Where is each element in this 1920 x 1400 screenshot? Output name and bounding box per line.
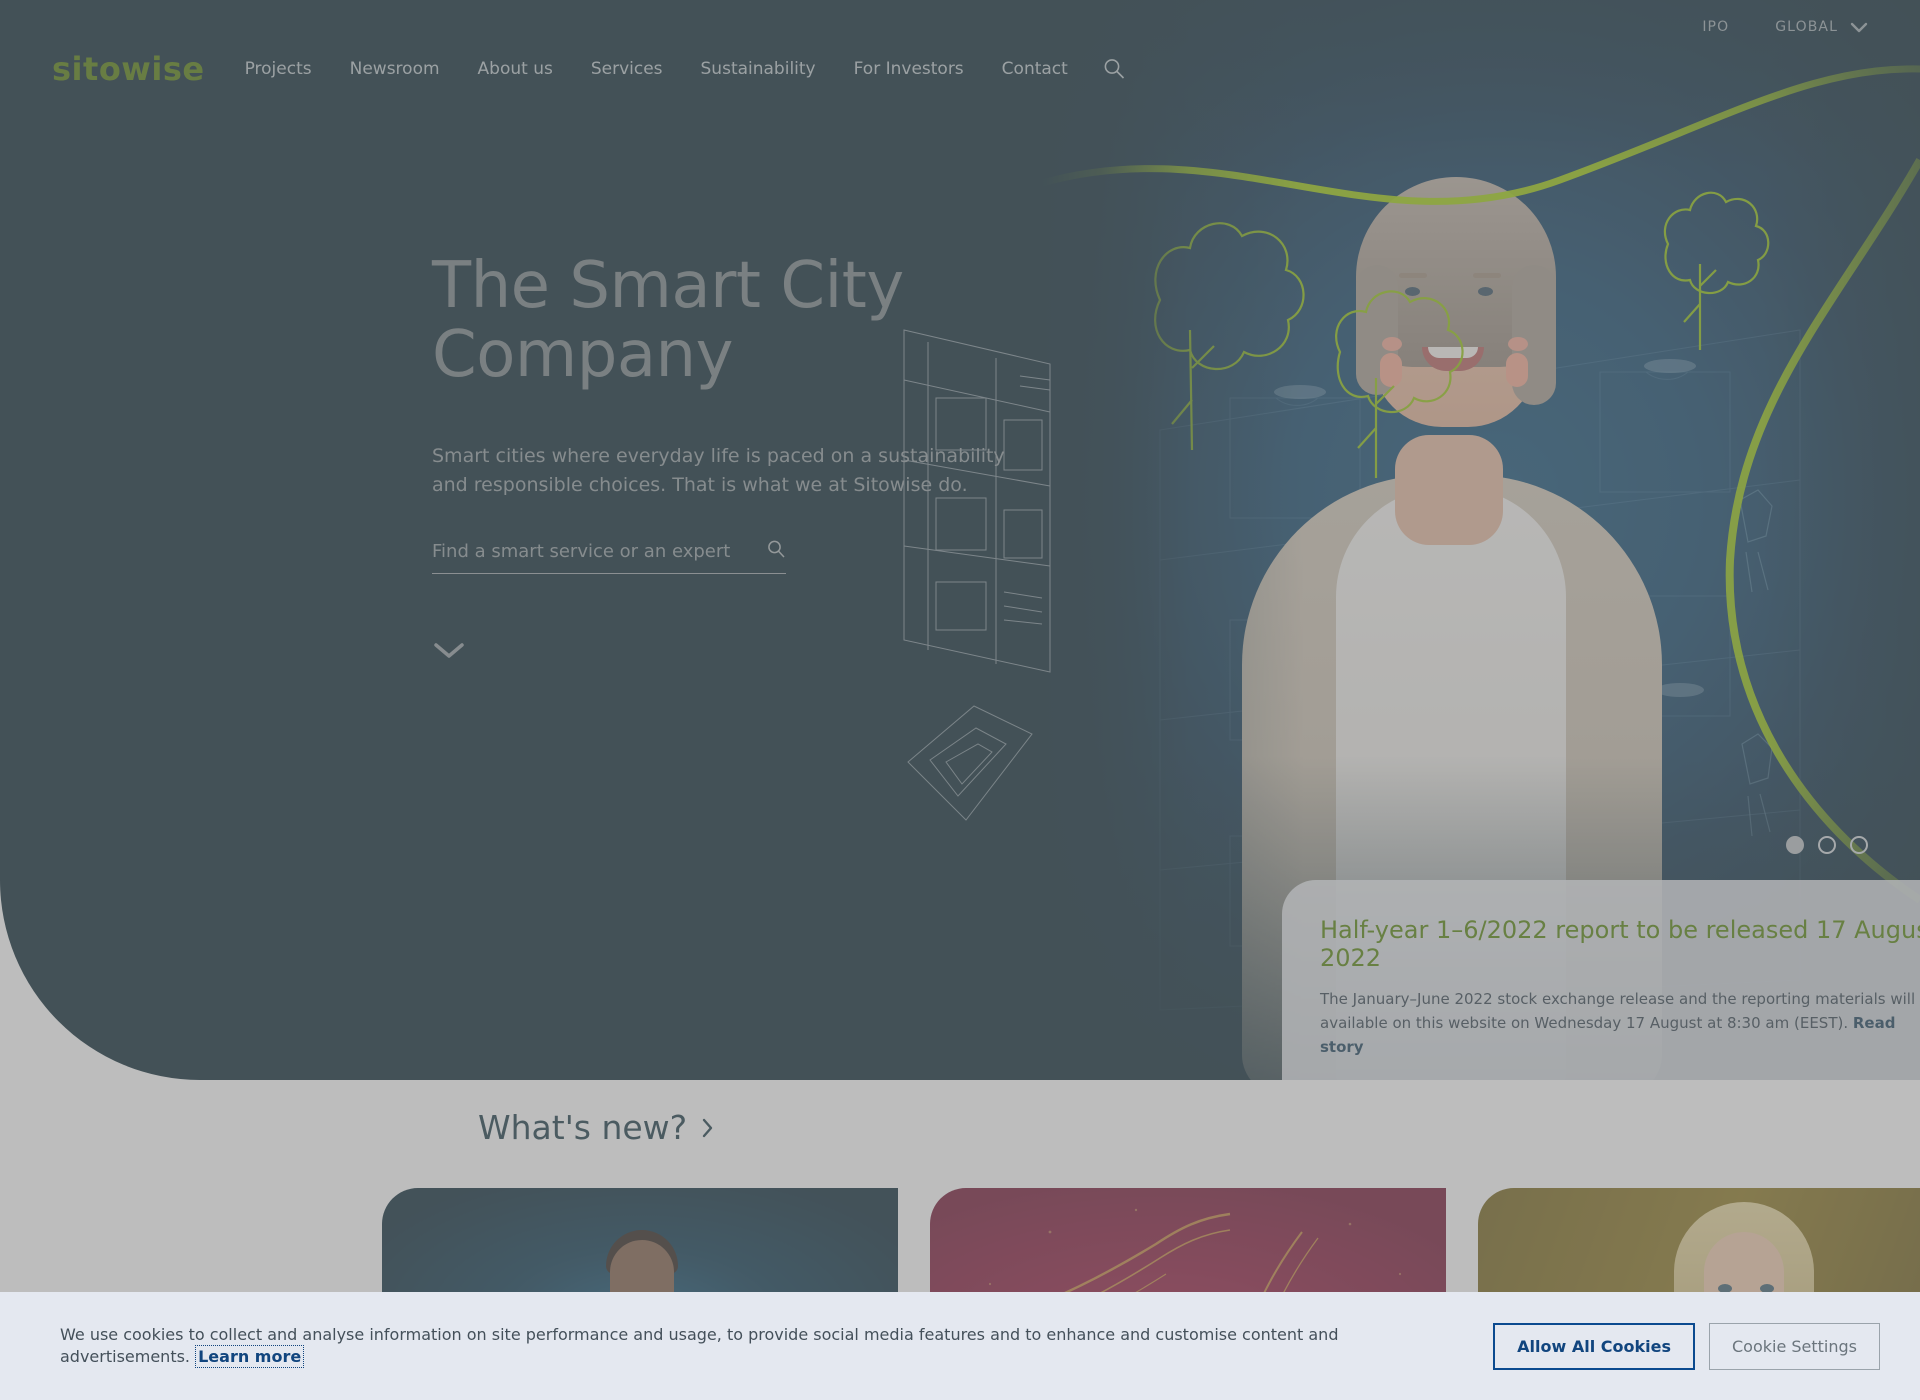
news-card-title: Half-year 1–6/2022 report to be released… [1320, 916, 1920, 973]
nav-item-services[interactable]: Services [591, 59, 663, 79]
nav-item-about-us[interactable]: About us [478, 59, 553, 79]
language-label: GLOBAL [1775, 19, 1838, 35]
page-title: The Smart City Company [432, 249, 1072, 393]
news-card-body: The January–June 2022 stock exchange rel… [1320, 987, 1920, 1060]
scroll-down-button[interactable] [432, 640, 468, 664]
nav-item-contact[interactable]: Contact [1002, 59, 1068, 79]
cookie-consent-banner: We use cookies to collect and analyse in… [0, 1292, 1920, 1400]
nav-item-projects[interactable]: Projects [245, 59, 312, 79]
carousel-dots[interactable] [1786, 836, 1868, 854]
hero-section: The Smart City Company Smart cities wher… [0, 0, 1920, 1080]
nav-item-for-investors[interactable]: For Investors [854, 59, 964, 79]
blueprint-detail-graphic [907, 705, 1033, 821]
nav-item-sustainability[interactable]: Sustainability [701, 59, 816, 79]
hero-search-box[interactable] [432, 539, 786, 575]
hero-title-line-1: The Smart City [432, 249, 904, 323]
cookie-banner-text: We use cookies to collect and analyse in… [60, 1324, 1340, 1368]
search-icon [1104, 59, 1124, 79]
cookie-settings-button[interactable]: Cookie Settings [1708, 1322, 1880, 1370]
allow-all-cookies-button[interactable]: Allow All Cookies [1493, 1322, 1695, 1370]
news-card[interactable]: Half-year 1–6/2022 report to be released… [1282, 880, 1920, 1080]
news-card-text: The January–June 2022 stock exchange rel… [1320, 989, 1920, 1032]
carousel-dot-3[interactable] [1850, 836, 1868, 854]
topbar-link-ipo[interactable]: IPO [1702, 19, 1729, 35]
chevron-down-icon [1850, 22, 1868, 32]
brand-logo[interactable]: sitowise [52, 53, 205, 85]
hero-content: The Smart City Company Smart cities wher… [432, 249, 1072, 664]
page-root: The Smart City Company Smart cities wher… [0, 0, 1920, 1400]
search-icon[interactable] [766, 539, 786, 563]
nav-links: Projects Newsroom About us Services Sust… [245, 59, 1068, 79]
whats-new-heading[interactable]: What's new? [478, 1108, 714, 1147]
carousel-dot-2[interactable] [1818, 836, 1836, 854]
hero-subtitle: Smart cities where everyday life is pace… [432, 445, 1005, 496]
search-input[interactable] [432, 540, 732, 562]
cookie-banner-actions: Allow All Cookies Cookie Settings [1493, 1322, 1880, 1370]
whats-new-title: What's new? [478, 1108, 688, 1147]
chevron-down-icon [434, 643, 464, 658]
hero-title-line-2: Company [432, 318, 733, 393]
language-selector[interactable]: GLOBAL [1775, 19, 1868, 35]
main-navigation: sitowise Projects Newsroom About us Serv… [0, 40, 1920, 98]
nav-item-newsroom[interactable]: Newsroom [350, 59, 440, 79]
carousel-dot-1[interactable] [1786, 836, 1804, 854]
chevron-right-icon [702, 1118, 713, 1137]
nav-search-button[interactable] [1102, 57, 1126, 81]
learn-more-link[interactable]: Learn more [195, 1345, 305, 1368]
